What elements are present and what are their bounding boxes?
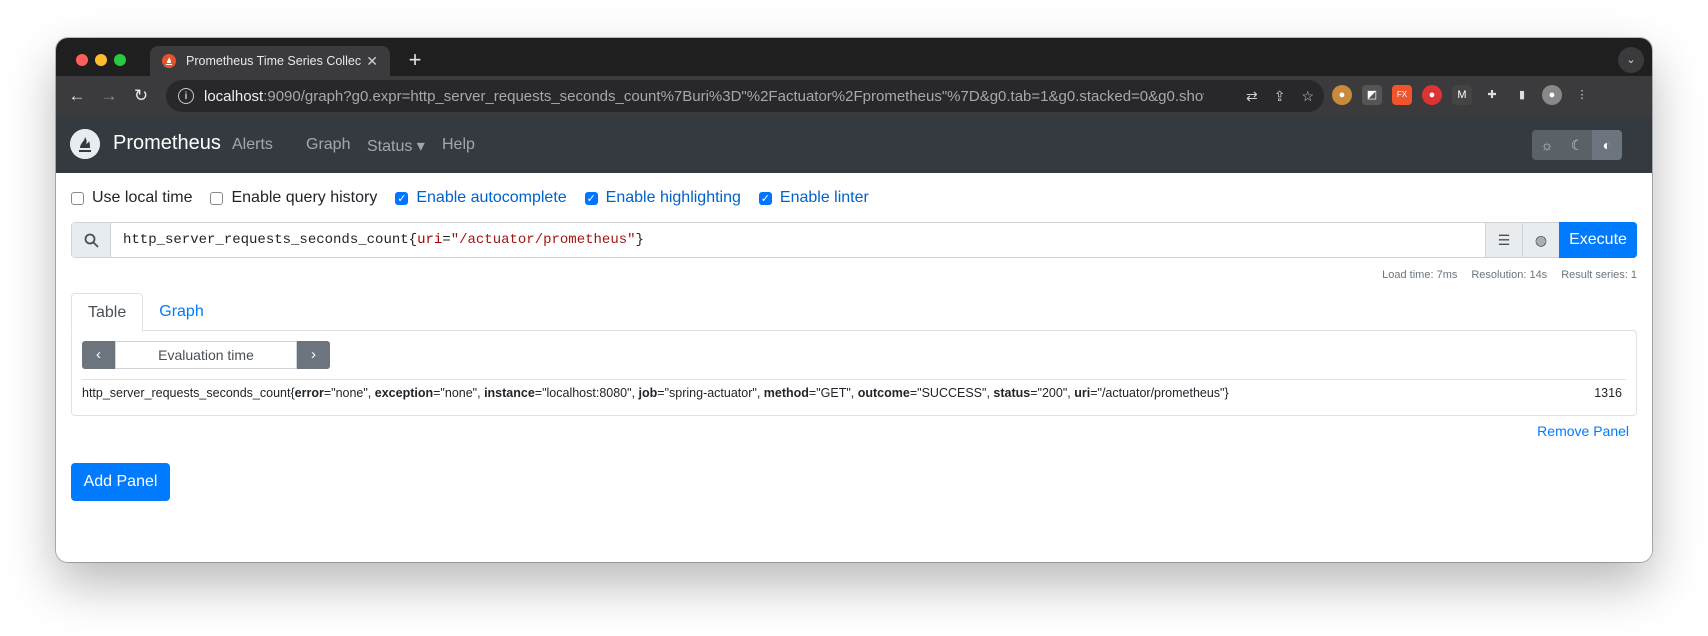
url-text: localhost:9090/graph?g0.expr=http_server… bbox=[204, 88, 1204, 105]
brand-title[interactable]: Prometheus bbox=[113, 132, 221, 155]
tab-search-icon[interactable]: ⌄ bbox=[1618, 47, 1644, 73]
checkbox-checked[interactable]: ✓ bbox=[584, 191, 598, 205]
table-row: http_server_requests_seconds_count{error… bbox=[82, 379, 1626, 400]
address-bar[interactable]: i localhost:9090/graph?g0.expr=http_serv… bbox=[166, 80, 1324, 112]
panel-tabs: Table Graph bbox=[71, 293, 220, 332]
omnibox-actions: ⇄ ⇪ ☆ bbox=[1246, 88, 1314, 105]
nav-status-dropdown[interactable]: Status ▾ bbox=[367, 136, 425, 156]
site-info-icon[interactable]: i bbox=[178, 88, 194, 104]
prometheus-logo-icon[interactable] bbox=[70, 129, 100, 159]
expr-metric: http_server_requests_seconds_count{ bbox=[123, 232, 418, 248]
table-panel: ‹ Evaluation time › http_server_requests… bbox=[71, 330, 1637, 416]
back-icon[interactable]: ← bbox=[62, 81, 92, 111]
close-window-button[interactable] bbox=[76, 54, 88, 66]
next-time-button[interactable]: › bbox=[297, 341, 330, 369]
tab-title: Prometheus Time Series Collec bbox=[186, 54, 362, 68]
series-value: 1316 bbox=[1594, 386, 1622, 400]
load-time: Load time: 7ms bbox=[1382, 269, 1458, 281]
browser-tab[interactable]: Prometheus Time Series Collec ✕ bbox=[150, 46, 390, 76]
fx-extension-icon[interactable]: FX bbox=[1392, 85, 1412, 105]
option-local-time[interactable]: Use local time bbox=[71, 189, 192, 207]
dark-theme-icon[interactable]: ☾ bbox=[1562, 130, 1592, 160]
profile-avatar[interactable]: ● bbox=[1542, 85, 1562, 105]
expr-label: uri bbox=[417, 232, 443, 248]
format-expression-icon[interactable]: ☰ bbox=[1485, 223, 1522, 257]
puzzle-extensions-icon[interactable]: ✚ bbox=[1482, 85, 1502, 105]
checkbox-checked[interactable]: ✓ bbox=[758, 191, 772, 205]
expr-value: "/actuator/prometheus" bbox=[450, 232, 636, 248]
remove-panel-link[interactable]: Remove Panel bbox=[1537, 423, 1629, 439]
expr-close: } bbox=[635, 232, 644, 248]
tab-strip: Prometheus Time Series Collec ✕ + ⌄ bbox=[56, 38, 1652, 76]
evaluation-time-input[interactable]: Evaluation time bbox=[115, 341, 297, 369]
option-label: Enable query history bbox=[231, 189, 378, 206]
url-path: :9090/graph?g0.expr=http_server_requests… bbox=[263, 87, 1204, 105]
prometheus-navbar: Prometheus Alerts Graph Status ▾ Help ☼ … bbox=[56, 116, 1652, 173]
option-label: Enable highlighting bbox=[605, 189, 741, 206]
minimize-window-button[interactable] bbox=[95, 54, 107, 66]
expr-op: = bbox=[442, 232, 451, 248]
option-highlighting[interactable]: ✓ Enable highlighting bbox=[584, 189, 741, 207]
option-query-history[interactable]: Enable query history bbox=[210, 189, 377, 207]
new-tab-button[interactable]: + bbox=[400, 46, 430, 76]
translate-icon[interactable]: ⇄ bbox=[1246, 88, 1258, 105]
theme-toggle-group: ☼ ☾ ◐ bbox=[1532, 130, 1622, 160]
result-series: Result series: 1 bbox=[1561, 269, 1637, 281]
main-content: Use local time Enable query history ✓ Ena… bbox=[56, 173, 1652, 562]
query-stats: Load time: 7ms Resolution: 14s Result se… bbox=[1382, 269, 1637, 281]
execute-button[interactable]: Execute bbox=[1559, 222, 1637, 258]
url-host: localhost bbox=[204, 87, 264, 105]
browser-menu-icon[interactable]: ⋮ bbox=[1572, 85, 1592, 105]
option-linter[interactable]: ✓ Enable linter bbox=[758, 189, 869, 207]
light-theme-icon[interactable]: ☼ bbox=[1532, 130, 1562, 160]
browser-toolbar: ← → ↻ i localhost:9090/graph?g0.expr=htt… bbox=[56, 76, 1652, 116]
cookie-extension-icon[interactable]: ● bbox=[1332, 85, 1352, 105]
expression-bar: http_server_requests_seconds_count{uri = "… bbox=[71, 222, 1637, 258]
shield-extension-icon[interactable]: ● bbox=[1422, 85, 1442, 105]
side-panel-icon[interactable]: ▮ bbox=[1512, 85, 1532, 105]
forward-icon[interactable]: → bbox=[94, 81, 124, 111]
checkbox-checked[interactable]: ✓ bbox=[395, 191, 409, 205]
tab-close-icon[interactable]: ✕ bbox=[366, 53, 378, 70]
option-label: Use local time bbox=[92, 189, 193, 206]
option-label: Enable linter bbox=[779, 189, 869, 206]
bookmark-star-icon[interactable]: ☆ bbox=[1301, 88, 1314, 105]
prev-time-button[interactable]: ‹ bbox=[82, 341, 115, 369]
add-panel-button[interactable]: Add Panel bbox=[71, 463, 170, 501]
maximize-window-button[interactable] bbox=[114, 54, 126, 66]
dark-reader-extension-icon[interactable]: ◩ bbox=[1362, 85, 1382, 105]
option-label: Enable autocomplete bbox=[416, 189, 567, 206]
checkbox[interactable] bbox=[210, 191, 224, 205]
browser-window: Prometheus Time Series Collec ✕ + ⌄ ← → … bbox=[56, 38, 1652, 562]
checkbox[interactable] bbox=[71, 191, 84, 205]
tab-graph[interactable]: Graph bbox=[143, 293, 219, 330]
share-icon[interactable]: ⇪ bbox=[1274, 88, 1286, 105]
prometheus-favicon-icon bbox=[162, 54, 176, 68]
extensions-area: ● ◩ FX ● M ✚ ▮ ● ⋮ bbox=[1332, 85, 1592, 105]
evaluation-time-picker: ‹ Evaluation time › bbox=[82, 341, 330, 369]
series-name: http_server_requests_seconds_count{error… bbox=[82, 386, 1229, 400]
search-icon bbox=[72, 223, 111, 257]
m-extension-icon[interactable]: M bbox=[1452, 85, 1472, 105]
nav-alerts[interactable]: Alerts bbox=[232, 136, 273, 154]
expression-input[interactable]: http_server_requests_seconds_count{uri = "… bbox=[111, 223, 1485, 257]
nav-help[interactable]: Help bbox=[442, 136, 475, 154]
browser-theme-icon[interactable]: ◐ bbox=[1592, 130, 1622, 160]
tab-table[interactable]: Table bbox=[71, 293, 144, 332]
nav-graph[interactable]: Graph bbox=[306, 136, 350, 154]
resolution: Resolution: 14s bbox=[1471, 269, 1548, 281]
option-autocomplete[interactable]: ✓ Enable autocomplete bbox=[395, 189, 567, 207]
reload-icon[interactable]: ↻ bbox=[126, 81, 156, 111]
options-row: Use local time Enable query history ✓ Ena… bbox=[71, 189, 869, 207]
metrics-explorer-icon[interactable]: ◍ bbox=[1522, 223, 1559, 257]
